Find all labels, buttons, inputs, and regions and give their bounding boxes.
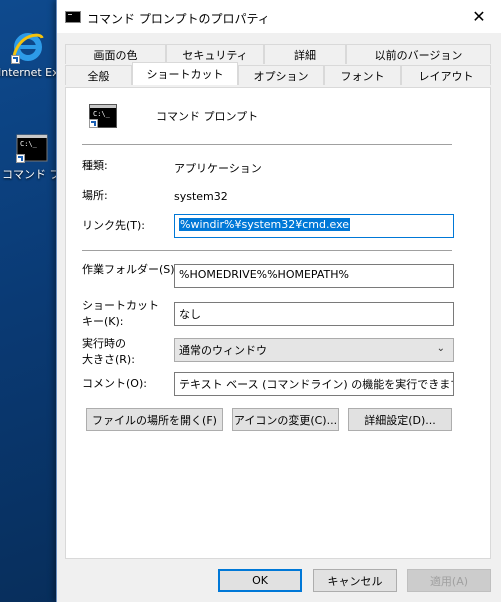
advanced-button[interactable]: 詳細設定(D)... [348,408,452,431]
close-button[interactable]: ✕ [456,0,501,33]
location-label: 場所: [82,189,108,202]
tab-colors[interactable]: 画面の色 [65,44,166,64]
tab-options[interactable]: オプション [238,65,324,85]
tab-label: オプション [253,69,309,83]
apply-button[interactable]: 適用(A) [407,569,491,592]
ok-button[interactable]: OK [218,569,302,592]
run-size-select[interactable]: 通常のウィンドウ ⌄ [174,338,454,362]
run-size-value: 通常のウィンドウ [179,344,267,357]
startin-input[interactable]: %HOMEDRIVE%%HOMEPATH% [174,264,454,288]
desktop-icon-internet-explorer[interactable]: Internet Ex [0,30,59,79]
tab-shortcut[interactable]: ショートカット [132,62,238,85]
hotkey-value: なし [179,308,201,321]
properties-dialog: コマンド プロンプトのプロパティ ✕ 画面の色 セキュリティ 詳細 以前のバージ… [56,0,501,602]
tab-label: セキュリティ [182,48,248,62]
shortcut-arrow-icon [11,55,20,64]
command-prompt-icon: C:\_ [16,132,48,164]
shortcut-name: コマンド プロンプト [156,110,259,123]
location-value: system32 [174,190,228,203]
tab-row-1: 画面の色 セキュリティ 詳細 以前のバージョン [65,44,491,64]
comment-label: コメント(O): [82,377,147,390]
divider [82,250,452,251]
button-label: キャンセル [327,574,383,588]
chevron-down-icon: ⌄ [436,343,445,354]
tab-label: 詳細 [294,48,316,62]
title-bar[interactable]: コマンド プロンプトのプロパティ ✕ [57,0,501,33]
button-label: OK [252,574,268,587]
command-prompt-icon: C:\_ [89,104,117,128]
hotkey-label-line1: ショートカット [82,299,159,312]
tab-security[interactable]: セキュリティ [166,44,264,64]
tab-details[interactable]: 詳細 [264,44,346,64]
window-title: コマンド プロンプトのプロパティ [87,12,270,26]
startin-value: %HOMEDRIVE%%HOMEPATH% [179,268,349,281]
cancel-button[interactable]: キャンセル [313,569,397,592]
open-file-location-button[interactable]: ファイルの場所を開く(F) [86,408,223,431]
run-label-line1: 実行時の [82,337,126,350]
tab-label: レイアウト [418,69,474,83]
shortcut-arrow-icon [89,119,98,128]
tab-label: 以前のバージョン [374,48,463,62]
shortcut-arrow-icon [16,154,25,163]
run-label-line2: 大きさ(R): [82,353,135,366]
type-value: アプリケーション [174,162,262,175]
button-label: 適用(A) [429,574,469,588]
tab-previous-versions[interactable]: 以前のバージョン [346,44,491,64]
desktop-icon-command-prompt[interactable]: C:\_ コマンド プロ [2,132,72,182]
tab-general[interactable]: 全般 [65,65,132,85]
tab-label: ショートカット [146,68,224,81]
button-label: アイコンの変更(C)... [233,413,338,427]
hotkey-label-line2: キー(K): [82,315,124,328]
type-label: 種類: [82,159,108,172]
startin-label: 作業フォルダー(S): [82,263,179,276]
button-label: 詳細設定(D)... [364,413,436,427]
change-icon-button[interactable]: アイコンの変更(C)... [232,408,339,431]
hotkey-input[interactable]: なし [174,302,454,326]
tab-label: フォント [340,69,385,83]
dialog-client: 画面の色 セキュリティ 詳細 以前のバージョン 全般 ショートカット オプション… [57,33,501,602]
target-input[interactable]: %windir%¥system32¥cmd.exe [174,214,454,238]
console-icon [65,11,81,23]
target-label: リンク先(T): [82,219,146,232]
tab-layout[interactable]: レイアウト [401,65,491,85]
tab-row-2: 全般 ショートカット オプション フォント レイアウト [65,62,491,85]
comment-value: テキスト ベース (コマンドライン) の機能を実行できます。 [179,378,454,391]
close-icon: ✕ [472,7,486,26]
tab-label: 画面の色 [93,48,138,62]
button-label: ファイルの場所を開く(F) [92,413,217,427]
tab-label: 全般 [87,69,110,83]
desktop-icon-label: Internet Ex [0,66,59,79]
internet-explorer-icon [11,30,45,64]
comment-input[interactable]: テキスト ベース (コマンドライン) の機能を実行できます。 [174,372,454,396]
tab-font[interactable]: フォント [324,65,401,85]
target-value: %windir%¥system32¥cmd.exe [179,218,351,231]
divider [82,144,452,145]
shortcut-panel: C:\_ コマンド プロンプト 種類: アプリケーション 場所: system3… [65,87,491,559]
svg-text:C:\_: C:\_ [20,140,38,148]
